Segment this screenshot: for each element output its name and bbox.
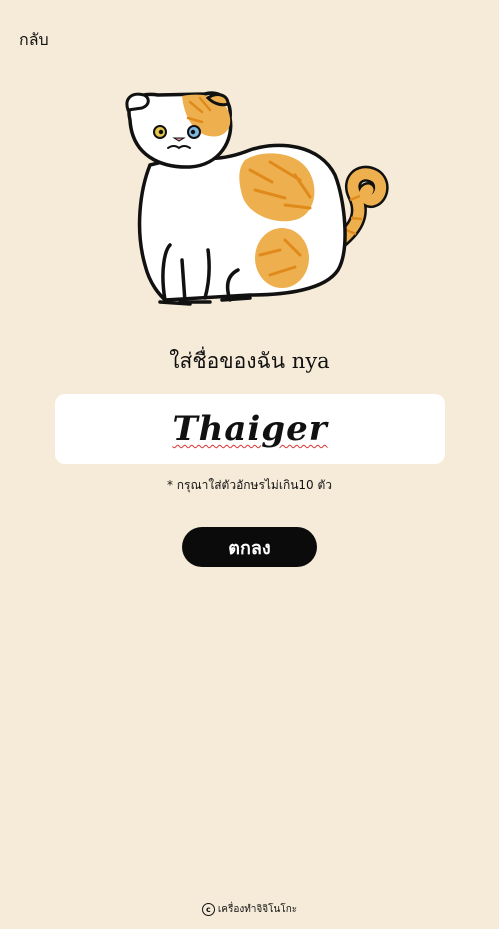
name-input-box[interactable]: Thaiger bbox=[55, 394, 445, 464]
footer: c เครื่องทำจิจิโนโกะ bbox=[0, 902, 499, 917]
name-prompt: ใส่ชื่อของฉัน nya bbox=[169, 349, 330, 373]
cat-illustration bbox=[125, 91, 389, 306]
back-link[interactable]: กลับ bbox=[19, 28, 49, 53]
footer-text: เครื่องทำจิจิโนโกะ bbox=[217, 904, 298, 915]
name-input[interactable]: Thaiger bbox=[172, 409, 327, 449]
name-hint: * กรุณาใส่ตัวอักษรไม่เกิน10 ตัว bbox=[166, 478, 333, 492]
confirm-button[interactable]: ตกลง bbox=[182, 527, 317, 567]
cat-head bbox=[125, 91, 233, 169]
copyright-icon: c bbox=[201, 903, 215, 916]
cat-hip-patch bbox=[255, 228, 309, 288]
